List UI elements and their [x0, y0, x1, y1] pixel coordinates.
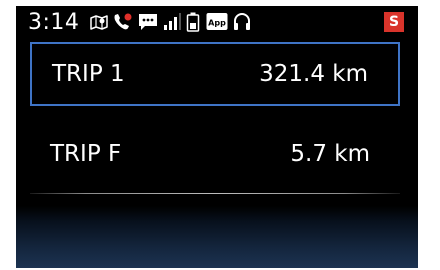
status-badge: S: [384, 12, 404, 32]
trip-distance: 321.4 km: [259, 61, 368, 87]
trip-row-1[interactable]: TRIP 1 321.4 km: [30, 42, 400, 106]
app-icon-label: App: [208, 19, 226, 28]
trip-distance: 5.7 km: [290, 141, 370, 167]
missed-call-icon: [114, 13, 132, 30]
divider: [30, 193, 400, 194]
headset-icon: [234, 13, 250, 30]
message-icon: [139, 14, 157, 30]
maps-icon: [90, 15, 108, 30]
trip-row-f[interactable]: TRIP F 5.7 km: [30, 122, 400, 186]
status-bar: 3:14 App S: [16, 6, 418, 42]
battery-icon: [186, 12, 200, 32]
signal-icon: [164, 13, 181, 30]
clock: 3:14: [28, 10, 80, 35]
trip-label: TRIP F: [50, 141, 122, 167]
cluster-display: 3:14 App S TRIP 1 321.4 km TRIP F 5.7 km: [16, 6, 418, 268]
app-icon: App: [206, 13, 228, 30]
trip-label: TRIP 1: [52, 61, 125, 87]
